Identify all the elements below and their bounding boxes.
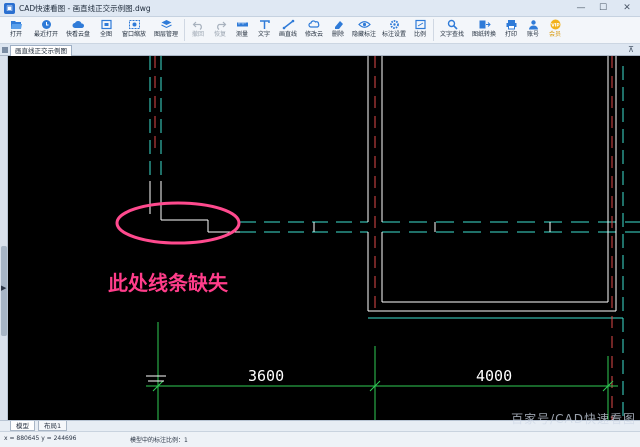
dimension-label-3600: 3600	[248, 367, 284, 385]
eye-icon	[357, 21, 371, 28]
close-button[interactable]: ✕	[614, 0, 640, 17]
recent-button[interactable]: 最近打开	[30, 17, 62, 44]
measure-button[interactable]: 测量	[231, 17, 253, 44]
revision-cloud-button[interactable]: 修改云	[301, 17, 327, 44]
open-label: 打开	[9, 31, 22, 38]
draw-line-button[interactable]: 画直线	[275, 17, 301, 44]
text-label: 文字	[257, 31, 270, 38]
minimize-button[interactable]: —	[570, 0, 592, 17]
tab-layout1[interactable]: 布局1	[38, 421, 68, 431]
markup-settings-button[interactable]: 标注设置	[379, 17, 409, 44]
vip-badge-text: VIP	[551, 22, 560, 28]
measure-label: 测量	[235, 31, 248, 38]
window-zoom-button[interactable]: 窗口缩放	[118, 17, 150, 44]
undo-icon	[192, 21, 202, 30]
fullview-button[interactable]: 全图	[94, 17, 118, 44]
account-label: 账号	[526, 31, 539, 38]
revision-cloud-label: 修改云	[304, 31, 323, 38]
hide-markup-button[interactable]: 隐藏标注	[349, 17, 379, 44]
text-button[interactable]: 文字	[253, 17, 275, 44]
delete-label: 删除	[331, 31, 344, 38]
search-icon	[447, 19, 458, 30]
print-label: 打印	[504, 31, 517, 38]
cloud-button[interactable]: 快看云盘	[62, 17, 94, 44]
layer-manage-label: 图层管理	[153, 31, 178, 38]
dimension-label-4000: 4000	[476, 367, 512, 385]
fit-view-icon	[100, 19, 112, 30]
maximize-button[interactable]: ☐	[592, 0, 614, 17]
coordinate-readout: x = 880645 y = 244696	[4, 435, 77, 442]
redo-label: 恢复	[213, 31, 226, 38]
tab-model[interactable]: 模型	[10, 421, 35, 431]
delete-button[interactable]: 删除	[327, 17, 349, 44]
draw-line-label: 画直线	[278, 31, 297, 38]
redo-button[interactable]: 恢复	[209, 17, 231, 44]
printer-icon	[506, 20, 516, 30]
undo-label: 撤回	[191, 31, 204, 38]
vip-badge-icon: VIP	[550, 19, 560, 30]
image-convert-button[interactable]: 图纸转换	[468, 17, 500, 44]
gear-icon	[389, 20, 399, 29]
undo-button[interactable]: 撤回	[187, 17, 209, 44]
compare-button[interactable]: 比例	[409, 17, 431, 44]
zoom-window-icon	[128, 20, 140, 29]
user-icon	[528, 20, 538, 30]
compare-label: 比例	[413, 31, 426, 38]
missing-line-annotation: 此处线条缺失	[108, 271, 229, 295]
window-title: CAD快速看图 - 画直线正交示例图.dwg	[19, 3, 151, 13]
eraser-icon	[334, 21, 343, 29]
text-search-label: 文字查找	[439, 31, 464, 38]
cad-drawing[interactable]: 3600 4000 此处线条缺失	[8, 56, 640, 420]
scale-icon	[414, 19, 426, 30]
toolbar-separator	[433, 19, 434, 41]
hide-markup-label: 隐藏标注	[351, 31, 376, 38]
markup-settings-label: 标注设置	[381, 31, 406, 38]
tab-overflow-icon[interactable]: ⊼	[628, 45, 634, 55]
text-icon	[259, 20, 270, 29]
cloud-label: 快看云盘	[65, 31, 90, 38]
revision-cloud-icon	[307, 20, 319, 28]
convert-icon	[479, 20, 491, 29]
vip-label: 会员	[548, 31, 561, 38]
line-icon	[282, 19, 294, 30]
layer-manage-button[interactable]: 图层管理	[150, 17, 182, 44]
main-toolbar: 打开 最近打开 快看云盘 全图 窗口缩放 图层管理 撤回 恢复 测量 文字 画直…	[0, 17, 640, 44]
open-button[interactable]: 打开	[2, 17, 30, 44]
folder-open-icon	[10, 21, 22, 29]
drawing-canvas[interactable]: 3600 4000 此处线条缺失	[8, 56, 640, 420]
image-convert-label: 图纸转换	[471, 31, 496, 38]
tab-list-icon[interactable]	[2, 47, 8, 53]
fullview-label: 全图	[99, 31, 112, 38]
ruler-icon	[236, 22, 248, 27]
expand-arrow-icon[interactable]: ▶	[1, 284, 6, 292]
app-logo-icon: ▣	[4, 2, 15, 14]
account-button[interactable]: 账号	[522, 17, 544, 44]
annotation-scale: 模型中的标注比例：1	[130, 437, 188, 444]
print-button[interactable]: 打印	[500, 17, 522, 44]
title-bar: ▣ CAD快速看图 - 画直线正交示例图.dwg — ☐ ✕	[0, 0, 640, 17]
cloud-icon	[72, 21, 84, 28]
document-tab-bar: 画直线正交示例图 ⊼	[0, 44, 640, 56]
vip-button[interactable]: VIP 会员	[544, 17, 566, 44]
redo-icon	[216, 21, 226, 30]
text-search-button[interactable]: 文字查找	[436, 17, 468, 44]
clock-icon	[41, 20, 51, 29]
toolbar-separator	[184, 19, 185, 41]
window-zoom-label: 窗口缩放	[121, 31, 146, 38]
side-panel-strip: ▶	[0, 56, 8, 420]
watermark-text: 百家号/CAD快速看图	[511, 412, 636, 426]
status-bar: x = 880645 y = 244696 模型中的标注比例：1	[0, 431, 640, 447]
recent-label: 最近打开	[33, 31, 58, 38]
layers-icon	[160, 20, 172, 29]
highlight-ellipse	[115, 201, 241, 245]
tab-document[interactable]: 画直线正交示例图	[10, 45, 72, 56]
